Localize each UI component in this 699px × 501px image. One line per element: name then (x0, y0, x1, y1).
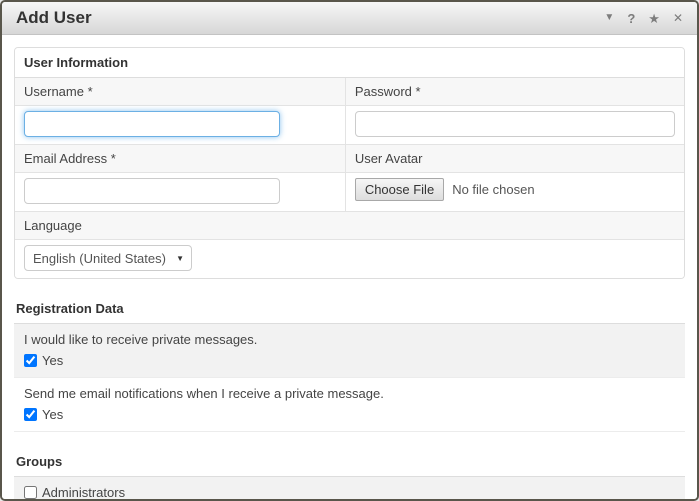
registration-data-header: Registration Data (14, 296, 685, 324)
dialog-content: User Information Username * Password * E… (2, 35, 697, 501)
registration-data-section: Registration Data I would like to receiv… (14, 296, 685, 432)
private-messages-text: I would like to receive private messages… (24, 332, 675, 347)
username-input[interactable] (24, 111, 280, 137)
email-avatar-inputs-row: Choose File No file chosen (15, 173, 684, 212)
user-information-header: User Information (15, 48, 684, 78)
dialog-titlebar: Add User ▼ ? ★ ✕ (2, 2, 697, 35)
password-label: Password * (345, 78, 684, 105)
group-administrators-checkbox[interactable] (24, 486, 37, 499)
user-information-table: User Information Username * Password * E… (14, 47, 685, 279)
language-label: Language (15, 212, 684, 239)
help-icon[interactable]: ? (627, 12, 635, 25)
no-file-chosen-text: No file chosen (452, 182, 534, 197)
add-user-dialog: Add User ▼ ? ★ ✕ User Information Userna… (0, 0, 699, 501)
username-password-inputs-row (15, 106, 684, 145)
email-notifications-checkbox[interactable] (24, 408, 37, 421)
groups-section: Groups Administrators (14, 449, 685, 501)
avatar-file-control: Choose File No file chosen (355, 178, 675, 201)
private-messages-yes-label: Yes (42, 353, 63, 368)
email-notifications-text: Send me email notifications when I recei… (24, 386, 675, 401)
email-notifications-row: Send me email notifications when I recei… (14, 378, 685, 432)
language-label-row: Language (15, 212, 684, 240)
user-avatar-label: User Avatar (345, 145, 684, 172)
private-messages-choice[interactable]: Yes (24, 353, 675, 368)
group-administrators-choice[interactable]: Administrators (24, 485, 675, 500)
email-notifications-choice[interactable]: Yes (24, 407, 675, 422)
email-label: Email Address * (15, 145, 345, 172)
star-icon[interactable]: ★ (648, 12, 660, 25)
language-select-row: English (United States) ▼ (15, 240, 684, 278)
email-input[interactable] (24, 178, 280, 204)
choose-file-button[interactable]: Choose File (355, 178, 444, 201)
username-label: Username * (15, 78, 345, 105)
group-administrators-row: Administrators (14, 477, 685, 501)
language-select-wrap: English (United States) ▼ (24, 245, 192, 271)
titlebar-actions: ▼ ? ★ ✕ (604, 12, 683, 25)
group-administrators-label: Administrators (42, 485, 125, 500)
groups-header: Groups (14, 449, 685, 477)
email-notifications-yes-label: Yes (42, 407, 63, 422)
username-password-labels-row: Username * Password * (15, 78, 684, 106)
close-icon[interactable]: ✕ (673, 12, 683, 24)
private-messages-row: I would like to receive private messages… (14, 324, 685, 378)
chevron-down-icon[interactable]: ▼ (604, 13, 614, 23)
password-input[interactable] (355, 111, 675, 137)
receive-private-messages-checkbox[interactable] (24, 354, 37, 367)
language-select[interactable]: English (United States) (24, 245, 192, 271)
email-avatar-labels-row: Email Address * User Avatar (15, 145, 684, 173)
dialog-title: Add User (16, 8, 92, 28)
